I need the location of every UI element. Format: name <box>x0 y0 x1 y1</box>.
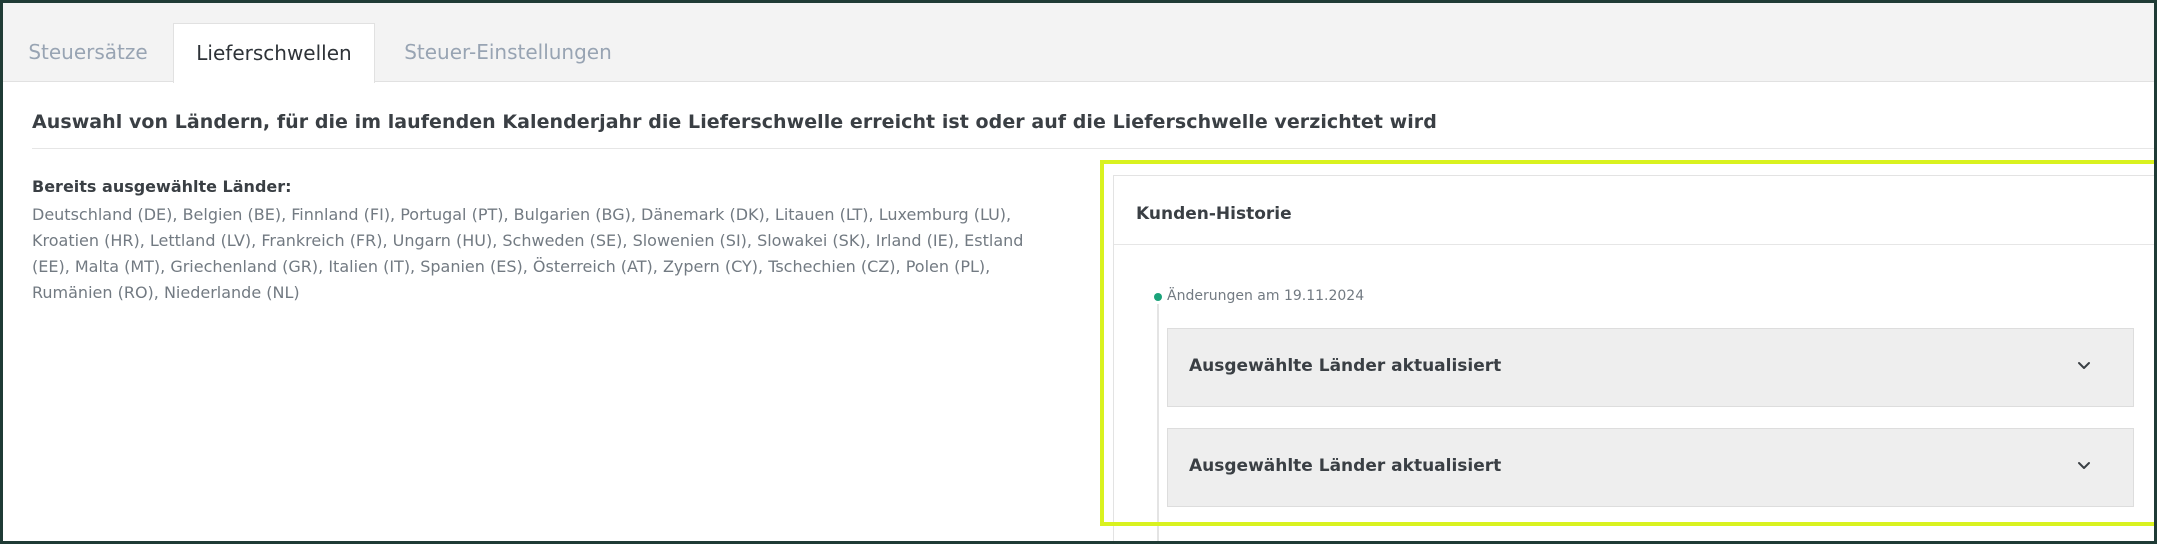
timeline-date: Änderungen am 19.11.2024 <box>1167 288 1365 304</box>
selected-countries-list: Deutschland (DE), Belgien (BE), Finnland… <box>32 205 1024 302</box>
divider <box>32 148 2154 149</box>
customer-history-panel: Kunden-Historie Änderungen am 19.11.2024… <box>1113 175 2154 541</box>
divider <box>1114 244 2154 245</box>
timeline-dot-icon <box>1154 293 1162 301</box>
history-entry[interactable]: Ausgewählte Länder aktualisiert <box>1167 328 2134 407</box>
tab-lieferschwellen[interactable]: Lieferschwellen <box>173 23 375 83</box>
tab-bar: Steuersätze Lieferschwellen Steuer-Einst… <box>3 3 2154 83</box>
tab-steuer-einstellungen[interactable]: Steuer-Einstellungen <box>383 23 633 82</box>
history-entry-label: Ausgewählte Länder aktualisiert <box>1189 456 1502 476</box>
chevron-down-icon[interactable] <box>2075 357 2093 375</box>
chevron-down-icon[interactable] <box>2075 457 2093 475</box>
history-entry-label: Ausgewählte Länder aktualisiert <box>1189 356 1502 376</box>
app-frame: Steuersätze Lieferschwellen Steuer-Einst… <box>3 3 2154 541</box>
section-heading: Auswahl von Ländern, für die im laufende… <box>32 111 1437 133</box>
timeline-line <box>1157 304 1159 541</box>
history-entry[interactable]: Ausgewählte Länder aktualisiert <box>1167 428 2134 507</box>
history-title: Kunden-Historie <box>1136 204 1292 224</box>
selected-countries-label: Bereits ausgewählte Länder: <box>32 177 292 196</box>
tab-steuersaetze[interactable]: Steuersätze <box>3 23 173 82</box>
